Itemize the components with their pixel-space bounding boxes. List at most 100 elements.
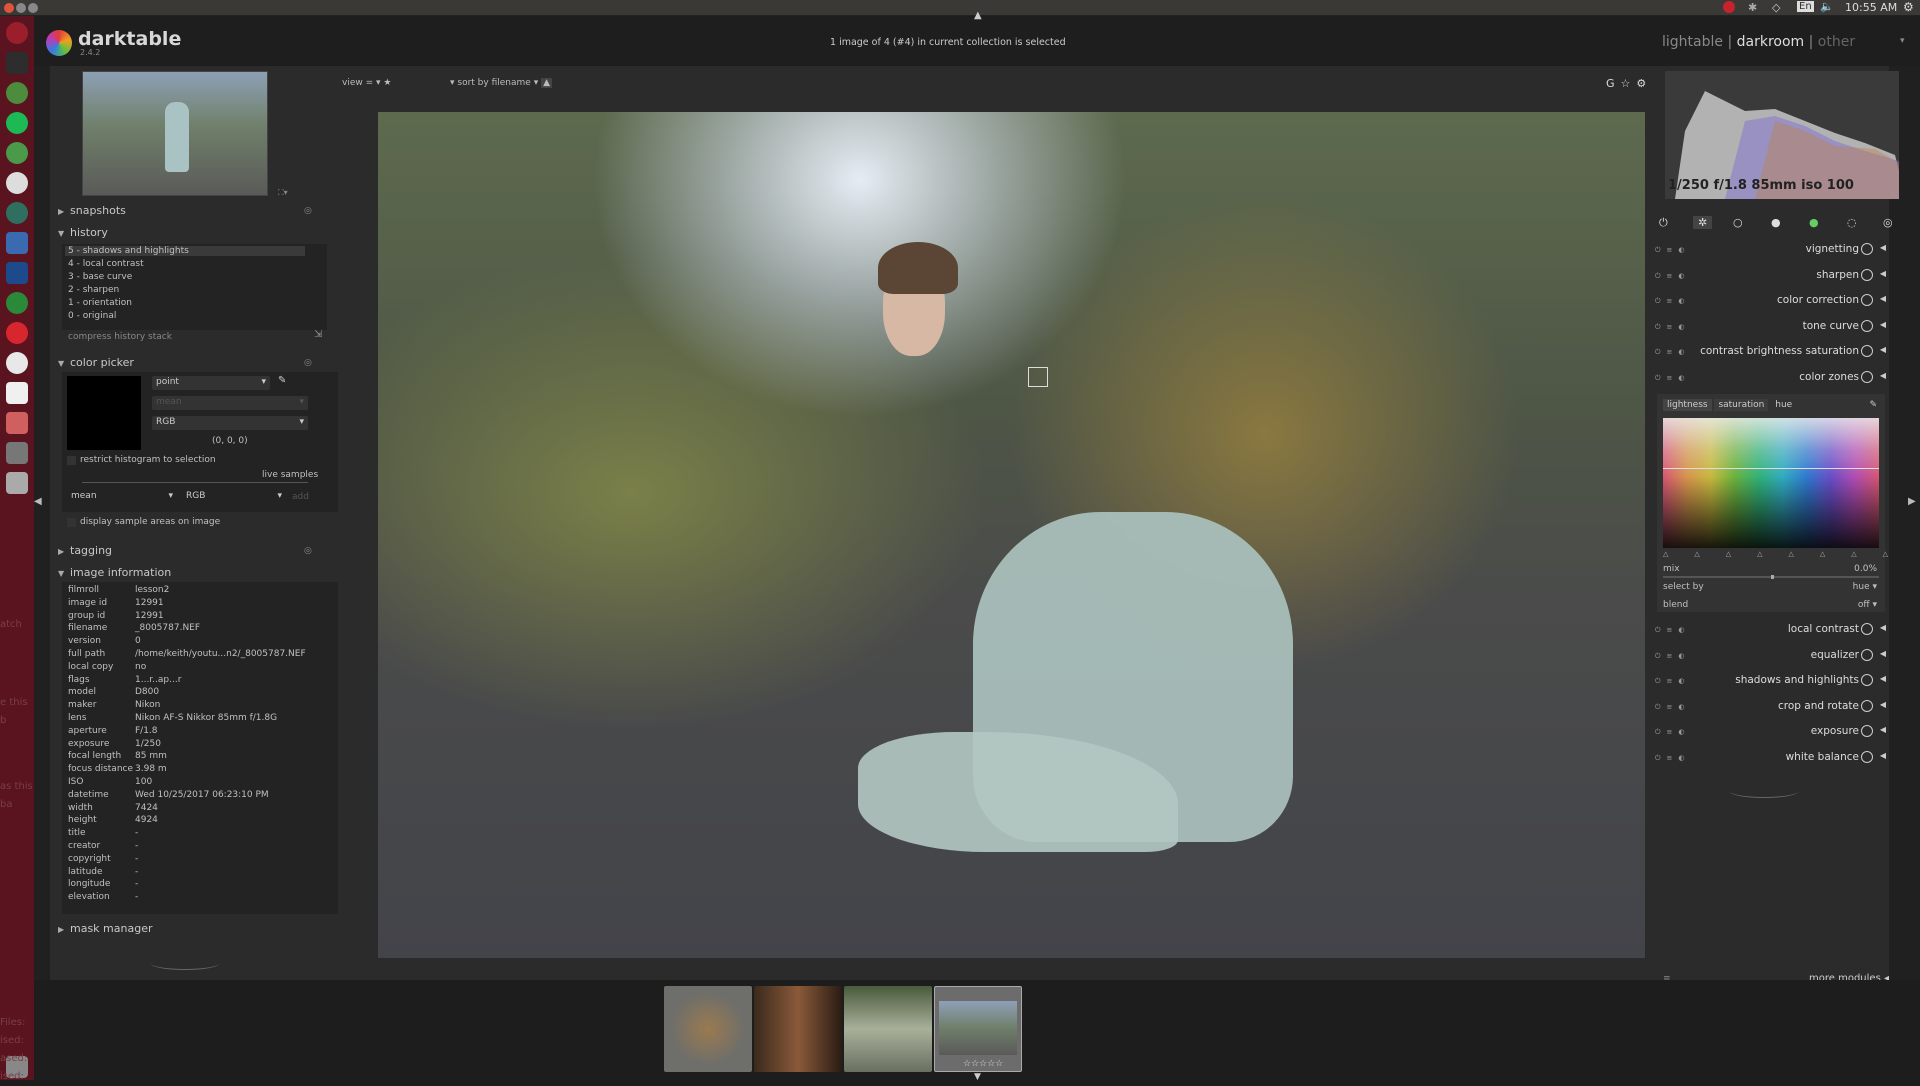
keyboard-language[interactable]: En bbox=[1797, 1, 1814, 12]
module-crop-and-rotate[interactable]: ⏻≡◐ crop and rotate ◀ bbox=[1649, 695, 1889, 719]
overlay-star-icon[interactable]: ☆ bbox=[1621, 77, 1637, 90]
browser-icon[interactable] bbox=[6, 142, 28, 164]
history-item[interactable]: 0 - original bbox=[68, 311, 116, 321]
view-filter[interactable]: view = ▾ ★ bbox=[342, 78, 391, 88]
red-app-icon[interactable] bbox=[6, 322, 28, 344]
tagging-header[interactable]: ▶ tagging bbox=[58, 544, 112, 557]
snapshots-header[interactable]: ▶ snapshots bbox=[58, 204, 126, 217]
ubuntu-home-icon[interactable] bbox=[6, 22, 28, 44]
zoom-fit-icon[interactable]: ⛶▾ bbox=[278, 188, 288, 198]
module-controls-icon[interactable]: ⏻≡◐ bbox=[1655, 323, 1691, 332]
basic-modules-icon[interactable]: ○ bbox=[1733, 216, 1743, 229]
module-expand-arrow-icon[interactable]: ◀ bbox=[1880, 674, 1886, 683]
monitor-icon[interactable] bbox=[6, 262, 28, 284]
module-tone-curve[interactable]: ⏻≡◐ tone curve ◀ bbox=[1649, 315, 1889, 339]
module-white-balance[interactable]: ⏻≡◐ white balance ◀ bbox=[1649, 746, 1889, 770]
picker-mode-combo[interactable]: point ▾ bbox=[152, 376, 270, 390]
tab-lightness[interactable]: lightness bbox=[1663, 399, 1712, 411]
filmstrip-thumbnail-selected[interactable]: ☆☆☆☆☆ bbox=[934, 986, 1022, 1072]
module-expand-arrow-icon[interactable]: ◀ bbox=[1880, 751, 1886, 760]
module-expand-arrow-icon[interactable]: ◀ bbox=[1880, 371, 1886, 380]
module-expand-arrow-icon[interactable]: ◀ bbox=[1880, 320, 1886, 329]
view-darkroom[interactable]: darkroom bbox=[1737, 34, 1805, 50]
picker-eyedropper-icon[interactable]: ✎ bbox=[278, 375, 286, 386]
tab-saturation[interactable]: saturation bbox=[1714, 399, 1769, 411]
module-expand-arrow-icon[interactable]: ◀ bbox=[1880, 700, 1886, 709]
module-expand-arrow-icon[interactable]: ◀ bbox=[1880, 269, 1886, 278]
history-item[interactable]: 2 - sharpen bbox=[68, 285, 119, 295]
history-item[interactable]: 3 - base curve bbox=[68, 272, 132, 282]
darktable-launcher-icon[interactable] bbox=[6, 202, 28, 224]
tagging-reset-icon[interactable]: ◎ bbox=[304, 546, 312, 556]
module-sharpen[interactable]: ⏻≡◐ sharpen ◀ bbox=[1649, 264, 1889, 288]
module-equalizer[interactable]: ⏻≡◐ equalizer ◀ bbox=[1649, 644, 1889, 668]
record-icon[interactable] bbox=[1723, 1, 1735, 13]
app-store-icon[interactable] bbox=[6, 172, 28, 194]
spotify-icon[interactable] bbox=[6, 112, 28, 134]
mask-manager-header[interactable]: ▶ mask manager bbox=[58, 922, 153, 935]
blend-combo[interactable]: off ▾ bbox=[1858, 600, 1877, 610]
module-controls-icon[interactable]: ⏻≡◐ bbox=[1655, 677, 1691, 686]
color-modules-icon[interactable]: ● bbox=[1809, 216, 1819, 229]
effect-modules-icon[interactable]: ◎ bbox=[1883, 216, 1893, 229]
wifi-icon[interactable]: ◇ bbox=[1772, 1, 1780, 14]
module-expand-arrow-icon[interactable]: ◀ bbox=[1880, 345, 1886, 354]
module-controls-icon[interactable]: ⏻≡◐ bbox=[1655, 703, 1691, 712]
color-picker-header[interactable]: ▼ color picker bbox=[58, 356, 134, 369]
filmstrip-thumbnail[interactable] bbox=[664, 986, 752, 1072]
module-shadows-and-highlights[interactable]: ⏻≡◐ shadows and highlights ◀ bbox=[1649, 669, 1889, 693]
amazon-icon[interactable] bbox=[6, 382, 28, 404]
main-photo[interactable] bbox=[378, 112, 1645, 958]
module-controls-icon[interactable]: ⏻≡◐ bbox=[1655, 754, 1691, 763]
module-expand-arrow-icon[interactable]: ◀ bbox=[1880, 649, 1886, 658]
module-controls-icon[interactable]: ⏻≡◐ bbox=[1655, 297, 1691, 306]
sample-model-combo[interactable]: RGB ▾ bbox=[182, 490, 286, 504]
compress-history-button[interactable]: compress history stack bbox=[68, 332, 172, 342]
module-vignetting[interactable]: ⏻≡◐ vignetting ◀ bbox=[1649, 238, 1889, 262]
history-item[interactable]: 5 - shadows and highlights bbox=[65, 246, 305, 256]
navigation-thumbnail[interactable] bbox=[82, 71, 268, 196]
module-expand-arrow-icon[interactable]: ◀ bbox=[1880, 725, 1886, 734]
module-controls-icon[interactable]: ⏻≡◐ bbox=[1655, 348, 1691, 357]
sample-stat-combo[interactable]: mean ▾ bbox=[67, 490, 177, 504]
drive-icon[interactable] bbox=[6, 442, 28, 464]
favorites-modules-icon[interactable]: ✲ bbox=[1693, 216, 1713, 229]
histogram[interactable]: 1/250 f/1.8 85mm iso 100 bbox=[1665, 71, 1899, 199]
module-contrast-brightness-saturation[interactable]: ⏻≡◐ contrast brightness saturation ◀ bbox=[1649, 340, 1889, 364]
module-controls-icon[interactable]: ⏻≡◐ bbox=[1655, 728, 1691, 737]
virtualbox-icon[interactable] bbox=[6, 232, 28, 254]
history-item[interactable]: 1 - orientation bbox=[68, 298, 132, 308]
left-panel-collapse-arrow-icon[interactable]: ◀ bbox=[34, 496, 42, 507]
module-local-contrast[interactable]: ⏻≡◐ local contrast ◀ bbox=[1649, 618, 1889, 642]
maximize-window-button[interactable] bbox=[28, 3, 38, 13]
module-controls-icon[interactable]: ⏻≡◐ bbox=[1655, 272, 1691, 281]
filmstrip-thumbnail[interactable] bbox=[754, 986, 842, 1072]
mix-slider-knob[interactable] bbox=[1771, 575, 1774, 579]
correction-modules-icon[interactable]: ◌ bbox=[1847, 216, 1857, 229]
clock[interactable]: 10:55 AM bbox=[1845, 1, 1897, 14]
module-exposure[interactable]: ⏻≡◐ exposure ◀ bbox=[1649, 720, 1889, 744]
module-controls-icon[interactable]: ⏻≡◐ bbox=[1655, 374, 1691, 383]
sort-control[interactable]: ▾ sort by filename ▾ ▲ bbox=[450, 78, 552, 88]
view-lighttable[interactable]: lightable bbox=[1662, 34, 1723, 50]
thumbnail-stars-icon[interactable]: ☆☆☆☆☆ bbox=[963, 1059, 1003, 1069]
office-app-icon[interactable] bbox=[6, 412, 28, 434]
right-panel-collapse-arrow-icon[interactable]: ▶ bbox=[1908, 496, 1916, 507]
volume-icon[interactable]: 🔈 bbox=[1820, 0, 1834, 13]
color-zones-graph[interactable] bbox=[1663, 418, 1879, 548]
snapshots-reset-icon[interactable]: ◎ bbox=[304, 206, 312, 216]
picker-stat-combo[interactable]: mean ▾ bbox=[152, 396, 308, 410]
view-other[interactable]: other bbox=[1818, 34, 1855, 50]
tone-modules-icon[interactable]: ● bbox=[1771, 216, 1781, 229]
display-samples-checkbox[interactable] bbox=[67, 518, 76, 527]
color-zones-nodes[interactable]: △△△△△△△△ bbox=[1663, 550, 1914, 558]
filmstrip-thumbnail[interactable] bbox=[844, 986, 932, 1072]
module-controls-icon[interactable]: ⏻≡◐ bbox=[1655, 652, 1691, 661]
terminal-icon[interactable] bbox=[6, 52, 28, 74]
drive2-icon[interactable] bbox=[6, 472, 28, 494]
color-app-icon[interactable] bbox=[6, 292, 28, 314]
restrict-histogram-checkbox[interactable] bbox=[67, 456, 76, 465]
settings-app-icon[interactable] bbox=[6, 352, 28, 374]
minimize-window-button[interactable] bbox=[16, 3, 26, 13]
view-menu-arrow-icon[interactable]: ▾ bbox=[1900, 36, 1905, 46]
